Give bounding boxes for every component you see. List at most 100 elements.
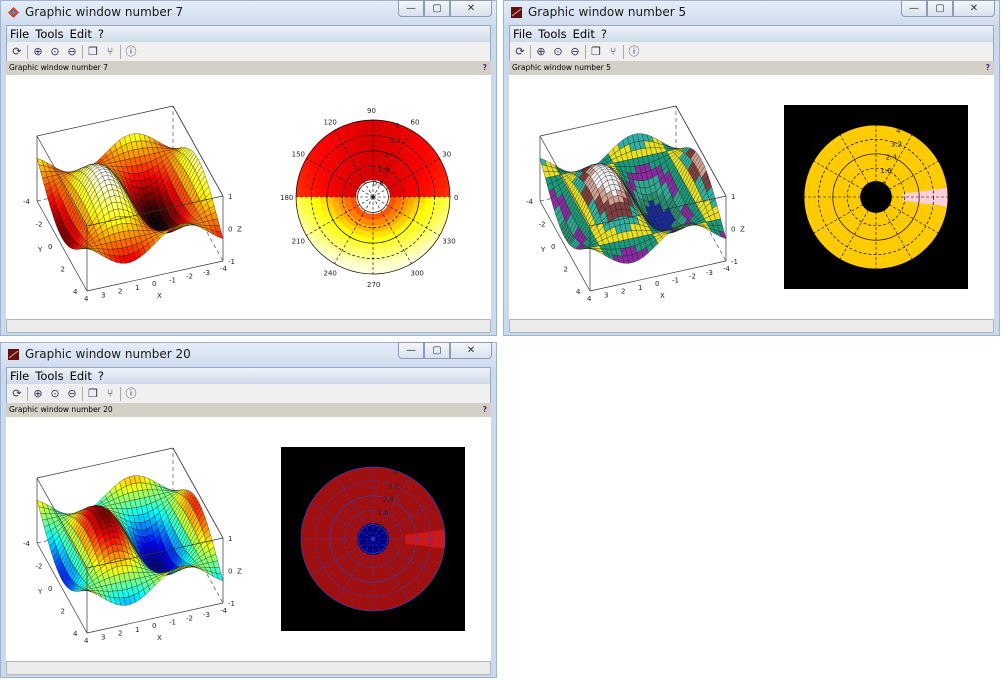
polar-cell xyxy=(401,196,409,202)
polar-cell xyxy=(870,229,877,236)
polar-cell xyxy=(809,188,816,198)
menu-tools[interactable]: Tools xyxy=(538,26,566,42)
menu-edit[interactable]: Edit xyxy=(70,368,92,384)
graphic-canvas[interactable]: 4 3 2 1 0 -1 -2 -3 -4 -4 -2 0 2 4 1 0 -1 X Y Z 0.8 1.6 2.4 3.2… xyxy=(509,75,994,319)
info-help-icon[interactable]: ? xyxy=(483,403,487,417)
polar-cell xyxy=(313,196,321,205)
info-help-icon[interactable]: ? xyxy=(483,61,487,75)
polar-cell xyxy=(421,531,429,540)
y-tick-label: -4 xyxy=(23,198,31,206)
polar-cell xyxy=(372,500,379,507)
polar-cell xyxy=(924,196,932,205)
zoom-out-icon[interactable]: ⊖ xyxy=(65,387,79,401)
x-tick-label: -4 xyxy=(220,265,228,273)
polar-cell xyxy=(372,119,384,127)
datatips-icon[interactable]: ❐ xyxy=(86,387,100,401)
polar-cell xyxy=(372,267,384,275)
menu-file[interactable]: File xyxy=(513,26,532,42)
help-icon[interactable]: ⓘ xyxy=(627,45,641,59)
menu-edit[interactable]: Edit xyxy=(70,26,92,42)
figure[interactable]: 4 3 2 1 0 -1 -2 -3 -4-4-202410-1XYZ 0.81.62.43.2… xyxy=(6,75,491,319)
zoom-in-icon[interactable]: ⊕ xyxy=(534,45,548,59)
polar-cell xyxy=(443,196,451,208)
menu-tools[interactable]: Tools xyxy=(35,368,63,384)
help-icon[interactable]: ⓘ xyxy=(124,387,138,401)
help-icon[interactable]: ⓘ xyxy=(124,45,138,59)
y-tick-label: 4 xyxy=(576,288,581,296)
axis-box-edge xyxy=(36,105,174,137)
maximize-button[interactable]: ▢ xyxy=(424,342,450,359)
polar-cell xyxy=(372,582,380,589)
rotate-icon[interactable]: ⟳ xyxy=(10,45,24,59)
surface-plot[interactable]: 4 3 2 1 0 -1 -2 -3 -4 -4 -2 0 2 4 1 0 -1 X Y Z xyxy=(23,105,242,303)
zoom-out-icon[interactable]: ⊖ xyxy=(568,45,582,59)
zoom-in-icon[interactable]: ⊕ xyxy=(31,45,45,59)
zoom-original-icon[interactable]: ⊙ xyxy=(48,45,62,59)
menu-file[interactable]: File xyxy=(10,368,29,384)
menu-file[interactable]: File xyxy=(10,26,29,42)
rotate-icon[interactable]: ⟳ xyxy=(10,387,24,401)
maximize-button[interactable]: ▢ xyxy=(424,0,450,17)
datatips-editor-icon[interactable]: ⑂ xyxy=(103,387,117,401)
graphic-canvas[interactable]: 4 3 2 1 0 -1 -2 -3 -4 -4 -2 0 2 4 1 0 -1 X Y Z 0.8 1.6 2.4 3.2… xyxy=(6,75,491,319)
polar-plot[interactable]: 0.8 1.6 2.4 3.2 4 0 30 60 90 120 150 180 210 240 270 30… xyxy=(280,107,458,289)
info-help-icon[interactable]: ? xyxy=(986,61,990,75)
zoom-original-icon[interactable]: ⊙ xyxy=(551,45,565,59)
z-tick-label: -1 xyxy=(731,258,738,266)
title-bar[interactable]: Graphic window number 7 — ▢ ✕ xyxy=(1,0,496,25)
menu-help[interactable]: ? xyxy=(98,26,104,42)
polar-cell xyxy=(388,538,395,543)
polar-angle-label: 180 xyxy=(280,194,293,202)
title-bar[interactable]: Graphic window number 20 — ▢ ✕ xyxy=(1,342,496,367)
polar-angle-label: 270 xyxy=(367,281,380,289)
zoom-original-icon[interactable]: ⊙ xyxy=(48,387,62,401)
menu-edit[interactable]: Edit xyxy=(573,26,595,42)
window-title: Graphic window number 7 xyxy=(25,5,184,19)
rotate-icon[interactable]: ⟳ xyxy=(513,45,527,59)
polar-cell xyxy=(437,187,445,198)
polar-radius-label: 4 xyxy=(393,469,398,477)
polar-radius-label: 1.6 xyxy=(880,167,892,175)
datatips-icon[interactable]: ❐ xyxy=(589,45,603,59)
x-tick-label: -1 xyxy=(672,276,679,284)
polar-cell xyxy=(919,196,926,204)
polar-cell xyxy=(334,533,341,540)
close-button[interactable]: ✕ xyxy=(450,0,492,17)
surface-plot[interactable]: 4 3 2 1 0 -1 -2 -3 -4 -4 -2 0 2 4 1 0 -1 X Y Z xyxy=(526,105,745,303)
y-tick-label: 4 xyxy=(73,630,78,638)
menu-help[interactable]: ? xyxy=(98,368,104,384)
datatips-icon[interactable]: ❐ xyxy=(86,45,100,59)
menu-tools[interactable]: Tools xyxy=(35,26,63,42)
surface-plot[interactable]: 4 3 2 1 0 -1 -2 -3 -4 -4 -2 0 2 4 1 0 -1 X Y Z xyxy=(23,447,242,645)
zoom-in-icon[interactable]: ⊕ xyxy=(31,387,45,401)
maximize-button[interactable]: ▢ xyxy=(927,0,953,17)
datatips-editor-icon[interactable]: ⑂ xyxy=(606,45,620,59)
y-tick-label: -2 xyxy=(36,563,43,571)
polar-cell xyxy=(323,532,330,540)
polar-plot[interactable]: 0.81.62.43.24 xyxy=(281,447,465,631)
graphic-canvas[interactable]: 4 3 2 1 0 -1 -2 -3 -4 -4 -2 0 2 4 1 0 -1 X Y Z 0.8 1.6 2.4 3.2… xyxy=(6,417,491,661)
minimize-button[interactable]: — xyxy=(901,0,927,17)
polar-cell xyxy=(343,192,351,198)
close-button[interactable]: ✕ xyxy=(953,0,995,17)
menu-help[interactable]: ? xyxy=(601,26,607,42)
polar-cell xyxy=(372,466,383,474)
polar-cell xyxy=(372,604,383,612)
polar-cell xyxy=(372,587,381,595)
close-button[interactable]: ✕ xyxy=(450,342,492,359)
polar-plot[interactable]: 0.81.62.43.24 xyxy=(784,105,968,289)
figure[interactable]: 4 3 2 1 0 -1 -2 -3 -4-4-202410-1XYZ 0.81.62.43.2… xyxy=(6,417,491,661)
minimize-button[interactable]: — xyxy=(398,342,424,359)
window-icon xyxy=(8,349,19,360)
polar-cell xyxy=(365,587,374,595)
x-tick-label: -3 xyxy=(203,269,210,277)
zoom-out-icon[interactable]: ⊖ xyxy=(65,45,79,59)
polar-cell xyxy=(869,240,877,247)
figure[interactable]: 4 3 2 1 0 -1 -2 -3 -4-4-202410-1XYZ 0.81.62.43.2… xyxy=(509,75,994,319)
title-bar[interactable]: Graphic window number 5 — ▢ ✕ xyxy=(504,0,999,25)
window-title: Graphic window number 20 xyxy=(25,347,191,361)
polar-cell xyxy=(875,141,884,149)
datatips-editor-icon[interactable]: ⑂ xyxy=(103,45,117,59)
x-tick-label: -3 xyxy=(706,269,713,277)
minimize-button[interactable]: — xyxy=(398,0,424,17)
